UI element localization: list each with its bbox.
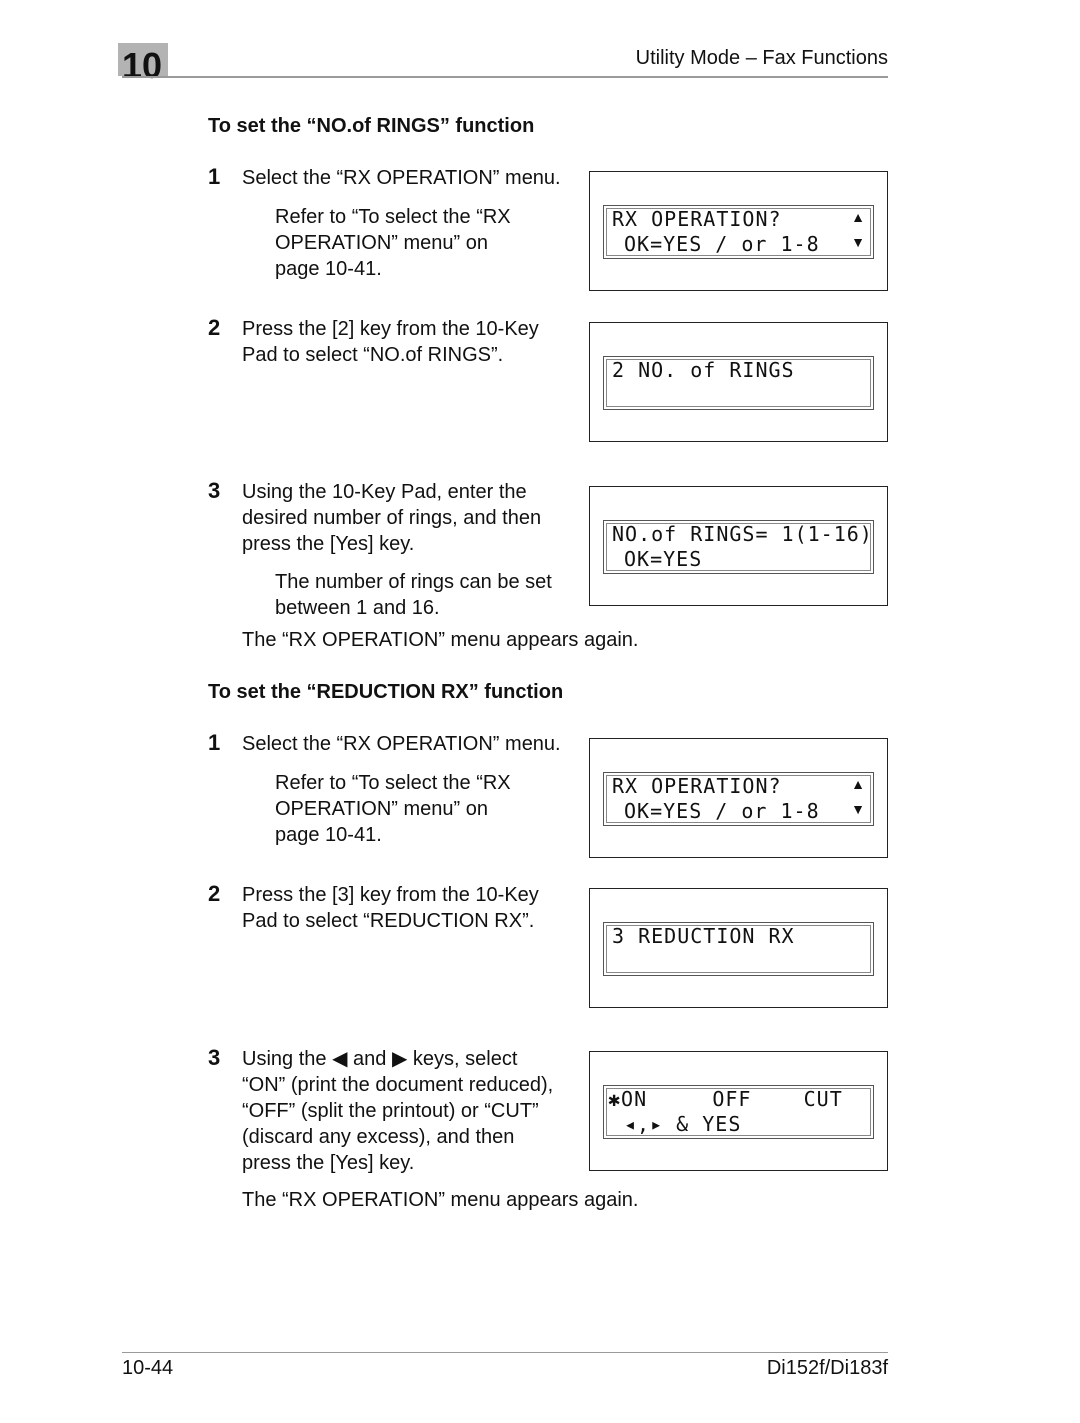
step-note: Refer to “To select the “RX OPERATION” me… xyxy=(275,772,511,846)
section-heading: To set the “NO.of RINGS” function xyxy=(208,115,535,137)
step-text: Select the “RX OPERATION” menu. xyxy=(242,733,561,755)
lcd-display: RX OPERATION? OK=YES / or 1-8 ▲ ▼ xyxy=(589,171,888,291)
step-number: 2 xyxy=(208,315,221,340)
step-number: 1 xyxy=(208,164,221,189)
step-number: 1 xyxy=(208,730,221,755)
step-note: The number of rings can be set between 1 … xyxy=(275,571,552,619)
step-text: Using the 10-Key Pad, enter the desired n… xyxy=(242,481,542,555)
step-note: Refer to “To select the “RX OPERATION” me… xyxy=(275,206,511,280)
step-text: Press the [3] key from the 10-Key Pad to … xyxy=(242,884,539,932)
result-text: The “RX OPERATION” menu appears again. xyxy=(242,629,639,651)
up-arrow-icon: ▲ xyxy=(851,209,865,225)
step-number: 3 xyxy=(208,1045,221,1070)
header-rule xyxy=(122,76,888,78)
down-arrow-icon: ▼ xyxy=(851,801,865,817)
result-text: The “RX OPERATION” menu appears again. xyxy=(242,1189,639,1211)
step-text: Press the [2] key from the 10-Key Pad to … xyxy=(242,318,539,366)
model-name: Di152f/Di183f xyxy=(766,1357,888,1379)
lcd-display: RX OPERATION? OK=YES / or 1-8 ▲ ▼ xyxy=(589,738,888,858)
page-number: 10-44 xyxy=(122,1357,174,1379)
step-number: 2 xyxy=(208,881,221,906)
lcd-display: NO.of RINGS= 1(1-16) OK=YES xyxy=(589,486,888,606)
step-text: Select the “RX OPERATION” menu. xyxy=(242,167,561,189)
footer-rule xyxy=(122,1352,888,1353)
chapter-number: 10 xyxy=(122,45,163,86)
left-arrow-key-icon: ◀ xyxy=(332,1048,348,1070)
up-arrow-icon: ▲ xyxy=(851,776,865,792)
down-arrow-icon: ▼ xyxy=(851,234,865,250)
header-title: Utility Mode – Fax Functions xyxy=(635,47,888,69)
step-text: Using the ◀ and ▶ keys, select “ON” (pri… xyxy=(242,1048,554,1174)
lcd-display: 3 REDUCTION RX xyxy=(589,888,888,1008)
manual-page: 10 Utility Mode – Fax Functions To set t… xyxy=(0,0,1080,1423)
lcd-display: 2 NO. of RINGS xyxy=(589,322,888,442)
section-heading: To set the “REDUCTION RX” function xyxy=(208,681,564,703)
right-arrow-key-icon: ▶ xyxy=(391,1048,408,1070)
lcd-display: ✱ON OFF CUT ◂,▸ & YES xyxy=(589,1051,888,1171)
step-number: 3 xyxy=(208,478,221,503)
